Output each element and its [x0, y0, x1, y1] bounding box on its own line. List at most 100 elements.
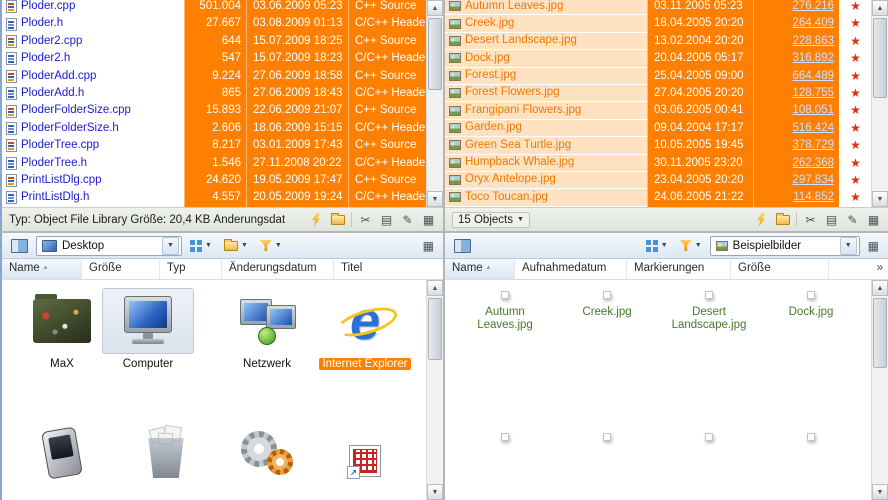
column-header-type[interactable]: Typ	[160, 259, 222, 279]
image-row[interactable]: Humpback Whale.jpg 30.11.2005 23:20 262.36…	[445, 154, 871, 172]
scroll-down-button[interactable]: ▼	[427, 191, 443, 207]
header-overflow-button[interactable]: »	[870, 259, 888, 279]
desktop-item-recycle-bin[interactable]	[120, 420, 212, 490]
vertical-scrollbar[interactable]: ▲ ▼	[871, 280, 888, 500]
image-row[interactable]: Autumn Leaves.jpg 03.11.2005 05:23 276.216…	[445, 0, 871, 16]
file-row[interactable]: Ploder2.cpp 644 15.07.2009 18:25 C++ Source	[2, 32, 426, 51]
image-row[interactable]: Desert Landscape.jpg 13.02.2004 20:20 228.…	[445, 32, 871, 51]
quick-actions-button[interactable]	[751, 210, 772, 229]
desktop-item-internet-explorer[interactable]: e Internet Explorer	[319, 288, 411, 371]
image-row[interactable]: Oryx Antelope.jpg 23.04.2005 20:20 297.834…	[445, 171, 871, 190]
scroll-up-button[interactable]: ▲	[427, 280, 443, 296]
pane-layout-button[interactable]	[7, 235, 32, 257]
rating-cell[interactable]: ★	[839, 189, 871, 207]
column-header-title[interactable]: Titel	[334, 259, 443, 279]
image-row[interactable]: Creek.jpg 18.04.2005 20:20 264.409 ★	[445, 15, 871, 33]
edit-button[interactable]: ✎	[842, 210, 863, 229]
views-dropdown[interactable]: ▼	[186, 235, 216, 257]
rating-cell[interactable]: ★	[839, 154, 871, 172]
pane-layout-button[interactable]	[450, 235, 475, 257]
file-row[interactable]: Ploder2.h 547 15.07.2009 18:23 C/C++ Header	[2, 50, 426, 68]
cut-button[interactable]: ✂	[800, 210, 821, 229]
vertical-scrollbar[interactable]: ▲ ▼	[426, 0, 443, 207]
image-row[interactable]: Garden.jpg 09.04.2004 17:17 516.424 ★	[445, 119, 871, 138]
rating-cell[interactable]: ★	[839, 32, 871, 51]
combo-drop-button[interactable]: ▼	[162, 236, 179, 255]
desktop-item-installer-shortcut[interactable]: ↗	[319, 428, 411, 498]
image-row[interactable]: Dock.jpg 20.04.2005 05:17 316.892 ★	[445, 50, 871, 68]
quick-actions-button[interactable]	[306, 210, 327, 229]
desktop-item-network[interactable]: Netzwerk	[221, 288, 313, 371]
scrollbar-thumb[interactable]	[873, 298, 887, 368]
file-row[interactable]: PloderTree.h 1.546 27.11.2008 20:22 C/C++ H…	[2, 154, 426, 172]
file-row[interactable]: PloderFolderSize.cpp 15.893 22.06.2009 21:…	[2, 102, 426, 120]
file-row[interactable]: PrintListDlg.cpp 24.620 19.05.2009 17:47 C+…	[2, 171, 426, 190]
new-folder-button[interactable]	[772, 210, 793, 229]
thumbnail-autumn-leaves[interactable]: Autumn Leaves.jpg	[457, 290, 553, 332]
thumbnail-creek[interactable]: Creek.jpg	[559, 290, 655, 319]
thumbnail-garden[interactable]	[763, 432, 859, 448]
copy-button[interactable]: ▤	[821, 210, 842, 229]
object-count-dropdown[interactable]: 15 Objects ▼	[452, 211, 530, 228]
view-grid-button[interactable]: ▦	[418, 210, 439, 229]
scroll-down-button[interactable]: ▼	[872, 191, 888, 207]
edit-button[interactable]: ✎	[397, 210, 418, 229]
rating-cell[interactable]: ★	[839, 0, 871, 16]
image-row[interactable]: Frangipani Flowers.jpg 03.06.2005 00:41 10…	[445, 102, 871, 120]
folder-combo[interactable]: Beispielbilder ▼	[709, 235, 860, 256]
thumbnail-forest[interactable]	[457, 432, 553, 448]
thumbnail-frangipani-flowers[interactable]	[661, 432, 757, 448]
scroll-down-button[interactable]: ▼	[872, 484, 888, 500]
column-header-datetaken[interactable]: Aufnahmedatum	[515, 259, 627, 279]
file-row[interactable]: PloderTree.cpp 8.217 03.01.2009 17:43 C++ S…	[2, 137, 426, 155]
file-row[interactable]: Ploder.cpp 501.004 03.06.2009 05:23 C++ Sou…	[2, 0, 426, 16]
scrollbar-thumb[interactable]	[428, 298, 442, 360]
image-row[interactable]: Toco Toucan.jpg 24.06.2005 21:22 114.852 ★	[445, 189, 871, 207]
rating-cell[interactable]: ★	[839, 137, 871, 155]
column-header-name[interactable]: Name ▴	[445, 259, 515, 279]
views-dropdown[interactable]: ▼	[642, 235, 672, 257]
view-grid-button[interactable]: ▦	[863, 210, 884, 229]
desktop-item-gears[interactable]	[221, 420, 313, 490]
rating-cell[interactable]: ★	[839, 102, 871, 120]
vertical-scrollbar[interactable]: ▲ ▼	[426, 280, 443, 500]
rating-cell[interactable]: ★	[839, 119, 871, 138]
file-row[interactable]: PloderAdd.cpp 9.224 27.06.2009 18:58 C++ So…	[2, 67, 426, 85]
file-row[interactable]: Ploder.h 27.667 03.08.2009 01:13 C/C++ Head…	[2, 15, 426, 33]
image-row[interactable]: Green Sea Turtle.jpg 10.05.2005 19:45 378.…	[445, 137, 871, 155]
scroll-up-button[interactable]: ▲	[427, 0, 443, 16]
file-row[interactable]: PloderAdd.h 865 27.06.2009 18:43 C/C++ Head…	[2, 84, 426, 103]
column-header-size[interactable]: Größe	[82, 259, 160, 279]
column-header-name[interactable]: Name ▴	[2, 259, 82, 279]
grid-view-button[interactable]: ▦	[864, 235, 883, 257]
favorites-dropdown[interactable]: ▼	[220, 235, 252, 257]
rating-cell[interactable]: ★	[839, 50, 871, 68]
column-header-size[interactable]: Größe	[731, 259, 829, 279]
image-row[interactable]: Forest Flowers.jpg 27.04.2005 20:20 128.75…	[445, 84, 871, 103]
scroll-down-button[interactable]: ▼	[427, 484, 443, 500]
file-row[interactable]: PrintListDlg.h 4.557 20.05.2009 19:24 C/C++…	[2, 189, 426, 207]
scroll-up-button[interactable]: ▲	[872, 0, 888, 16]
desktop-item-max[interactable]: MaX	[16, 288, 108, 371]
scrollbar-thumb[interactable]	[428, 18, 442, 90]
grid-view-button[interactable]: ▦	[419, 235, 438, 257]
image-row[interactable]: Forest.jpg 25.04.2005 09:00 664.489 ★	[445, 67, 871, 85]
copy-button[interactable]: ▤	[376, 210, 397, 229]
rating-cell[interactable]: ★	[839, 84, 871, 103]
cut-button[interactable]: ✂	[355, 210, 376, 229]
scroll-up-button[interactable]: ▲	[872, 280, 888, 296]
vertical-scrollbar[interactable]: ▲ ▼	[871, 0, 888, 207]
rating-cell[interactable]: ★	[839, 15, 871, 33]
scrollbar-thumb[interactable]	[873, 18, 887, 98]
combo-drop-button[interactable]: ▼	[839, 236, 857, 255]
filter-dropdown[interactable]: ▼	[256, 235, 286, 257]
thumbnail-forest-flowers[interactable]	[559, 432, 655, 448]
rating-cell[interactable]: ★	[839, 67, 871, 85]
folder-combo[interactable]: Desktop ▼	[36, 235, 182, 256]
thumbnail-desert-landscape[interactable]: Desert Landscape.jpg	[661, 290, 757, 332]
rating-cell[interactable]: ★	[839, 171, 871, 190]
column-header-tags[interactable]: Markierungen	[627, 259, 731, 279]
desktop-item-computer[interactable]: Computer	[102, 288, 194, 371]
desktop-item-device[interactable]	[16, 420, 108, 490]
new-folder-button[interactable]	[327, 210, 348, 229]
